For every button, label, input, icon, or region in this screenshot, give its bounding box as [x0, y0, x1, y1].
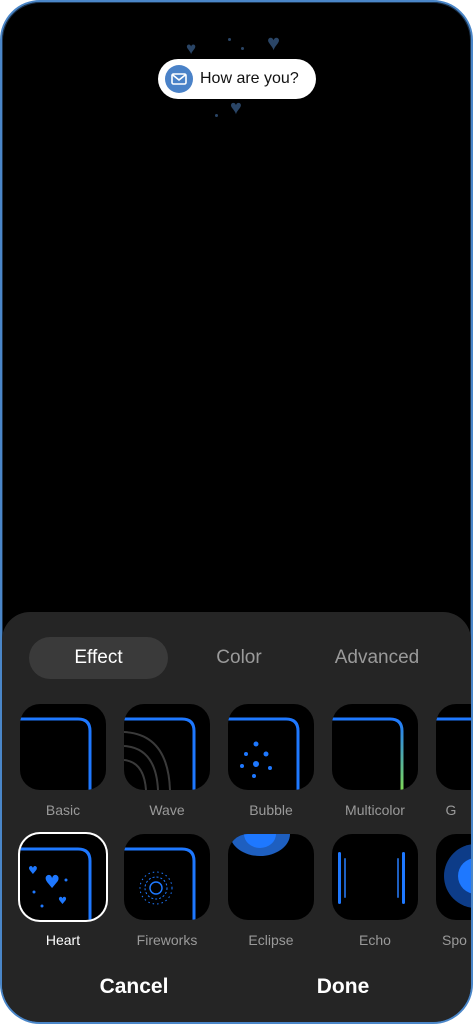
- effect-label-multicolor: Multicolor: [345, 802, 405, 818]
- effect-panel: Effect Color Advanced Basic Wave Bubble …: [2, 612, 471, 1022]
- phone-frame: ♥ ♥ ♥ How are you? Effect Color Advanced…: [0, 0, 473, 1024]
- heart-icon: ♥: [267, 30, 281, 55]
- effect-label-fireworks: Fireworks: [136, 932, 198, 948]
- effect-tile-heart[interactable]: ♥ ♥ ♥: [20, 834, 106, 920]
- tab-effect[interactable]: Effect: [29, 637, 168, 679]
- effect-label-bubble: Bubble: [249, 802, 293, 818]
- tab-advanced[interactable]: Advanced: [312, 637, 442, 679]
- effect-label-partial-g: G: [445, 802, 457, 818]
- action-bar: Cancel Done: [2, 967, 471, 1007]
- effect-tile-multicolor[interactable]: [332, 704, 418, 790]
- tab-bar: Effect Color Advanced: [2, 637, 471, 679]
- effect-tile-partial-g[interactable]: [436, 704, 471, 790]
- tab-color[interactable]: Color: [179, 637, 299, 679]
- effect-tile-partial-spo[interactable]: [436, 834, 471, 920]
- effect-tile-eclipse[interactable]: [228, 834, 314, 920]
- notification-text: How are you?: [200, 70, 299, 87]
- effect-label-basic: Basic: [45, 802, 81, 818]
- effect-tile-bubble[interactable]: [228, 704, 314, 790]
- done-button[interactable]: Done: [273, 967, 413, 1007]
- notification-pill: How are you?: [158, 59, 316, 99]
- effect-label-echo: Echo: [359, 932, 391, 948]
- svg-text:♥: ♥: [44, 872, 60, 893]
- sparkle-dot: [228, 38, 231, 41]
- effect-label-eclipse: Eclipse: [248, 932, 294, 948]
- svg-text:♥: ♥: [58, 896, 67, 907]
- svg-text:♥: ♥: [28, 864, 38, 877]
- heart-icon: ♥: [230, 97, 242, 119]
- sparkle-dot: [241, 47, 244, 50]
- effect-label-wave: Wave: [149, 802, 185, 818]
- effect-tile-basic[interactable]: [20, 704, 106, 790]
- effect-tile-fireworks[interactable]: [124, 834, 210, 920]
- cancel-button[interactable]: Cancel: [64, 967, 204, 1007]
- effect-label-heart: Heart: [45, 932, 81, 948]
- heart-icon: ♥: [186, 39, 197, 58]
- effect-tile-echo[interactable]: [332, 834, 418, 920]
- edge-lighting-preview: ♥ ♥ ♥ How are you?: [2, 2, 471, 612]
- effect-tile-wave[interactable]: [124, 704, 210, 790]
- effect-label-partial-spo: Spo: [442, 932, 467, 948]
- sparkle-dot: [215, 114, 218, 117]
- mail-icon: [165, 65, 193, 93]
